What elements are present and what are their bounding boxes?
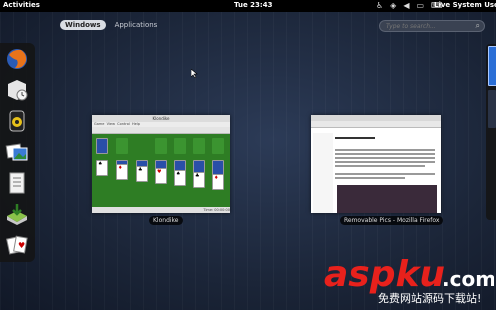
firefox-icon[interactable] — [5, 47, 29, 71]
clock[interactable]: Tue 23:43 — [234, 1, 272, 9]
aspku-watermark-logo: aspku .com 免费网站源码下载站! — [324, 254, 494, 305]
page-text-line — [335, 161, 435, 163]
document-viewer-icon[interactable] — [5, 171, 29, 195]
page-sidebar — [313, 133, 333, 213]
page-text-line — [335, 173, 435, 175]
activities-button[interactable]: Activities — [3, 1, 40, 9]
mouse-cursor-icon — [191, 69, 198, 78]
user-menu[interactable]: Live System User — [434, 1, 496, 9]
window-label-solitaire[interactable]: Klondike — [149, 216, 183, 225]
tableau-card[interactable]: ♠ — [96, 160, 108, 176]
stock-pile[interactable] — [96, 138, 108, 154]
page-heading — [335, 137, 375, 139]
svg-text:aspku: aspku — [324, 254, 445, 295]
page-screenshot-image — [337, 185, 437, 213]
software-install-icon[interactable] — [5, 202, 29, 226]
search-icon: ⌕ — [475, 21, 480, 30]
tableau-card[interactable]: ♦ — [212, 174, 224, 190]
page-text-line — [335, 177, 405, 179]
tableau-card[interactable]: ♣ — [136, 166, 148, 182]
tab-windows[interactable]: Windows — [60, 20, 106, 30]
svg-text:♥: ♥ — [18, 241, 25, 250]
tableau-card[interactable]: ♦ — [116, 164, 128, 180]
tab-applications[interactable]: Applications — [110, 20, 163, 30]
foundation-slot[interactable] — [193, 138, 205, 154]
tableau-card[interactable]: ♥ — [155, 168, 167, 184]
shotwell-icon[interactable] — [5, 140, 29, 164]
svg-text:免费网站源码下载站!: 免费网站源码下载站! — [378, 291, 481, 305]
foundation-slot[interactable] — [212, 138, 224, 154]
svg-text:.com: .com — [442, 267, 494, 291]
firefox-window[interactable] — [311, 115, 441, 213]
page-text-line — [335, 153, 435, 155]
page-text-line — [335, 165, 425, 167]
game-table: ♠ ♦ ♣ ♥ ♠ ♣ ♦ — [92, 134, 230, 207]
search-box[interactable]: ⌕ — [379, 20, 485, 32]
waste-pile[interactable] — [116, 138, 128, 154]
status-bar: Time: 00:00:00 — [92, 207, 230, 213]
page-text-line — [335, 157, 435, 159]
system-tray: ♿ ◈ ◀ ▭ ⌨ — [376, 1, 443, 11]
rhythmbox-icon[interactable] — [5, 109, 29, 133]
page-text-line — [335, 149, 435, 151]
view-selector: Windows Applications — [60, 20, 162, 30]
top-bar: Activities Tue 23:43 ♿ ◈ ◀ ▭ ⌨ Live Syst… — [0, 0, 496, 12]
search-input[interactable] — [386, 21, 466, 31]
toolbar — [92, 127, 230, 134]
foundation-slot[interactable] — [155, 138, 167, 154]
volume-icon[interactable]: ◀ — [403, 1, 409, 11]
workspace-thumbnail[interactable] — [488, 90, 496, 128]
solitaire-icon[interactable]: ♥ — [5, 233, 29, 257]
navigation-toolbar — [311, 121, 441, 128]
foundation-slot[interactable] — [174, 138, 186, 154]
network-icon[interactable]: ◈ — [390, 1, 396, 11]
dash: ♥ — [0, 43, 35, 262]
workspace-thumbnail[interactable] — [488, 46, 496, 86]
battery-icon[interactable]: ▭ — [416, 1, 424, 11]
window-label-firefox[interactable]: Removable Pics - Mozilla Firefox — [340, 216, 444, 225]
tableau-card[interactable]: ♣ — [193, 172, 205, 188]
window-title: Klondike — [92, 115, 230, 122]
workspace-switcher — [486, 44, 496, 220]
solitaire-window[interactable]: Klondike Game View Control Help ♠ ♦ ♣ ♥ … — [92, 115, 230, 213]
accessibility-icon[interactable]: ♿ — [376, 1, 383, 11]
tableau-card[interactable]: ♠ — [174, 170, 186, 186]
evolution-icon[interactable] — [5, 78, 29, 102]
